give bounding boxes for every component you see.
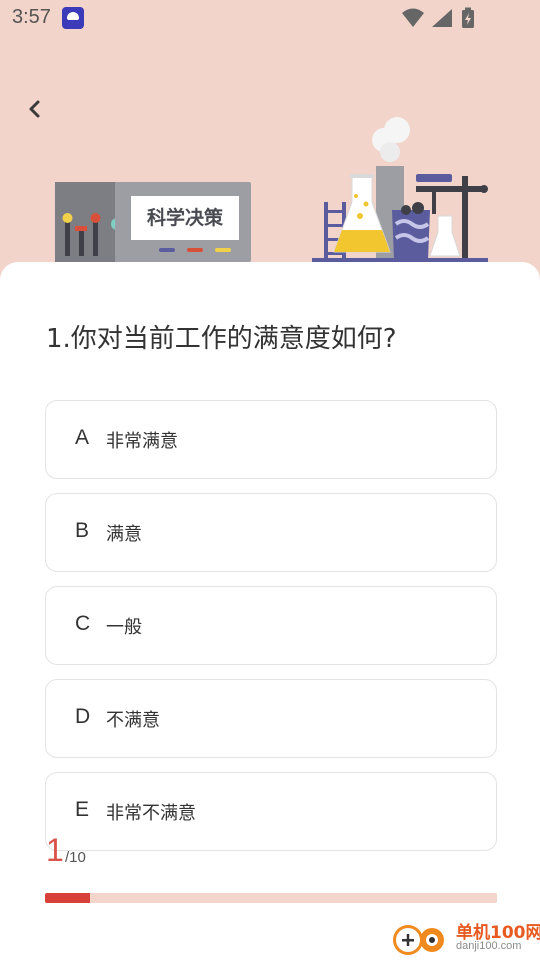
option-letter: B: [75, 519, 90, 542]
option-a[interactable]: A 非常满意: [45, 400, 497, 479]
option-letter: A: [75, 426, 90, 449]
option-e[interactable]: E 非常不满意: [45, 772, 497, 851]
option-b[interactable]: B 满意: [45, 493, 497, 572]
machine-label: 科学决策: [131, 196, 239, 240]
watermark-logo-icon: [393, 925, 444, 955]
option-label: 非常不满意: [106, 803, 196, 824]
progress-bar: [45, 893, 497, 903]
progress-current: 1: [46, 832, 64, 868]
wifi-icon: [402, 8, 424, 27]
status-bar: 3:57: [0, 0, 540, 36]
machine-dials-icon: [62, 213, 123, 256]
option-letter: E: [75, 798, 90, 821]
lab-equipment-illustration: [312, 117, 488, 262]
question-text: 1.你对当前工作的满意度如何?: [46, 324, 397, 354]
option-letter: D: [75, 705, 91, 728]
machine-indicators: [159, 248, 231, 252]
status-time: 3:57: [12, 6, 51, 28]
watermark-url: danji100.com: [456, 940, 522, 952]
option-label: 一般: [106, 617, 142, 638]
option-label: 满意: [106, 524, 142, 545]
progress-fill: [45, 893, 91, 903]
watermark: 单机100网 danji100.com: [390, 918, 540, 960]
option-label: 非常满意: [106, 431, 178, 452]
signal-icon: [432, 9, 452, 27]
app-notification-icon: [62, 7, 84, 29]
option-letter: C: [75, 612, 91, 635]
option-d[interactable]: D 不满意: [45, 679, 497, 758]
status-icons: [402, 7, 474, 28]
lab-machine-illustration: 科学决策: [55, 182, 251, 262]
option-c[interactable]: C 一般: [45, 586, 497, 665]
battery-charging-icon: [462, 7, 474, 28]
back-arrow-icon[interactable]: [22, 96, 48, 122]
option-label: 不满意: [106, 710, 160, 731]
machine-panel: [55, 182, 123, 262]
progress-total: /10: [65, 849, 86, 866]
